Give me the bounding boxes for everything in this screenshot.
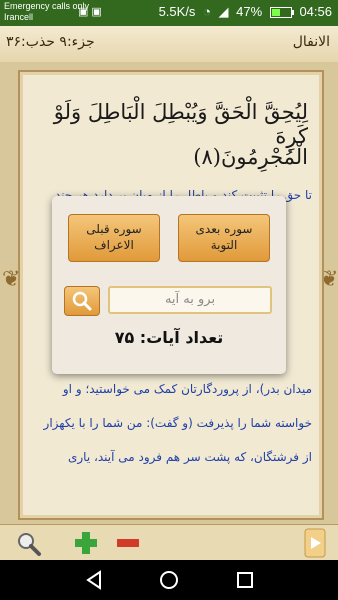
verse-line-1: لِيُحِقَّ الْحَقَّ وَيُبْطِلَ الْبَاطِلَ… — [53, 100, 308, 148]
bottom-toolbar — [0, 524, 338, 561]
notification-icons: ▣▣ — [78, 5, 105, 18]
carrier-info: Emergency calls only Irancell — [4, 1, 89, 23]
signal-icon: ◢ — [218, 4, 229, 19]
zoom-in-icon[interactable] — [72, 529, 100, 557]
network-speed: 5.5K/s — [158, 4, 196, 19]
image-icon: ▣ — [78, 6, 92, 18]
surah-name: الانفال — [292, 34, 330, 50]
bookmark-icon[interactable] — [302, 527, 328, 559]
translation-line-4: از فرشتگان، که پشت سر هم فرود مى آيند، ي… — [67, 450, 312, 464]
search-icon — [72, 291, 92, 311]
image-icon: ▣ — [91, 6, 105, 18]
status-bar: Emergency calls only Irancell ▣▣ 5.5K/s … — [0, 0, 338, 26]
navigation-dialog: سوره بعدى التوبة سوره قبلى الاعراف برو ب… — [52, 196, 286, 374]
translation-line-3: خواسته شما را پذيرفت (و گفت): من شما را … — [43, 416, 312, 430]
system-navbar — [0, 560, 338, 600]
verse-line-2: الْمُجْرِمُونَ(٨) — [193, 145, 308, 169]
carrier-line1: Emergency calls only — [4, 1, 90, 11]
page-header: الانفال جزء:۹ حذب:۳۶ — [0, 26, 338, 63]
previous-surah-button[interactable]: سوره قبلى الاعراف — [68, 214, 160, 262]
ornament-left-icon: ❦ — [2, 267, 21, 292]
goto-search-button[interactable] — [64, 286, 100, 316]
ayah-count: تعداد آيات: ۷۵ — [114, 328, 224, 347]
previous-surah-label: سوره قبلى الاعراف — [86, 222, 142, 252]
next-surah-label: سوره بعدى التوبة — [195, 222, 253, 252]
next-surah-button[interactable]: سوره بعدى التوبة — [178, 214, 270, 262]
status-right: 5.5K/s ◔ ◢ 47% 04:56 — [155, 4, 332, 20]
battery-percent: 47% — [236, 4, 263, 19]
home-icon[interactable] — [157, 568, 181, 592]
carrier-line2: Irancell — [4, 12, 34, 22]
wifi-icon: ◔ — [203, 4, 211, 19]
zoom-out-icon[interactable] — [114, 529, 142, 557]
battery-icon — [269, 7, 294, 19]
search-icon[interactable] — [14, 529, 42, 557]
goto-ayah-input[interactable]: برو به آيه — [108, 286, 272, 314]
recent-apps-icon[interactable] — [233, 568, 257, 592]
back-icon[interactable] — [82, 568, 106, 592]
juz-hizb-info: جزء:۹ حذب:۳۶ — [6, 34, 95, 50]
translation-line-2: ميدان بدر)، از پروردگارتان کمک مى خواستي… — [62, 382, 312, 396]
clock: 04:56 — [299, 4, 332, 19]
